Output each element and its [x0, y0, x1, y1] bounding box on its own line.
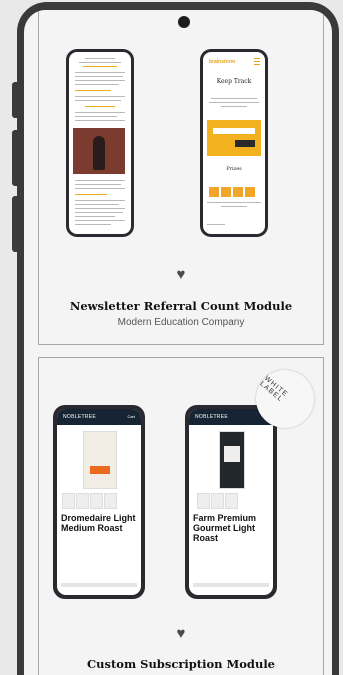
coffee-phone-mockup: NOBLETREE Cart Dromedaire Light Medium Ro…	[53, 405, 145, 599]
referral-box	[207, 120, 261, 156]
coffee-phone-mockup: NOBLETREE Farm Premium Gourmet Light Roa…	[185, 405, 277, 599]
brand-logo: NOBLETREE	[195, 414, 228, 420]
prizes-heading: Prizes	[226, 166, 242, 172]
mock-heading: Keep Track	[216, 78, 252, 85]
keep-track-phone-mockup: brainstorm Keep Track Prizes	[200, 49, 268, 237]
card-title: Custom Subscription Module	[87, 657, 275, 671]
coffee-bag	[83, 431, 117, 489]
heart-icon[interactable]: ♥	[39, 266, 323, 283]
card-title: Newsletter Referral Count Module	[69, 299, 293, 313]
phone-frame: brainstorm Keep Track Prizes ♥ Newslette…	[17, 2, 339, 675]
cart-label: Cart	[127, 414, 135, 419]
phone-screen[interactable]: brainstorm Keep Track Prizes ♥ Newslette…	[24, 10, 332, 675]
brand-logo: NOBLETREE	[63, 414, 96, 420]
camera-icon	[178, 16, 190, 28]
card-subtitle: Modern Education Company	[117, 317, 245, 328]
mock-logo: brainstorm	[209, 59, 236, 65]
newsletter-photo	[73, 128, 125, 174]
heart-icon[interactable]: ♥	[39, 625, 323, 642]
menu-icon	[254, 58, 260, 65]
product-title: Dromedaire Light Medium Roast	[61, 513, 136, 533]
coffee-bag	[219, 431, 245, 489]
product-title: Farm Premium Gourmet Light Roast	[193, 513, 257, 543]
portfolio-card[interactable]: brainstorm Keep Track Prizes ♥ Newslette…	[38, 10, 324, 345]
newsletter-phone-mockup	[66, 49, 134, 237]
